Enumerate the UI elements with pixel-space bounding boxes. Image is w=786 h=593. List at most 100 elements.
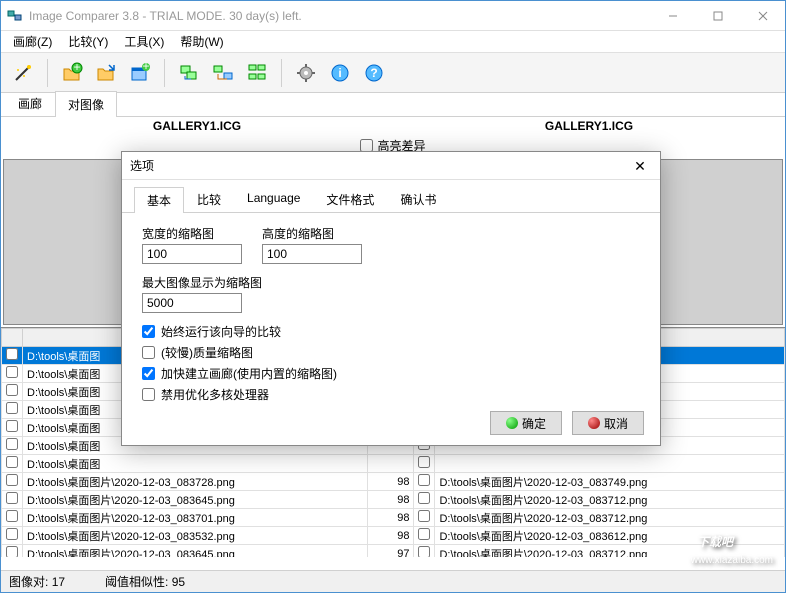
thumb-width-label: 宽度的缩略图	[142, 225, 242, 242]
menubar: 画廊(Z) 比较(Y) 工具(X) 帮助(W)	[1, 31, 785, 53]
status-threshold-value: 95	[172, 575, 185, 589]
row-checkbox-left[interactable]	[6, 456, 18, 468]
row-checkbox-left[interactable]	[6, 420, 18, 432]
row-checkbox-left[interactable]	[6, 348, 18, 360]
row-score: 97	[367, 545, 414, 558]
row-left-path: D:\tools\桌面图片\2020-12-03_083701.png	[23, 509, 368, 527]
row-right-path: D:\tools\桌面图片\2020-12-03_083612.png	[435, 527, 785, 545]
cancel-icon	[588, 417, 600, 429]
tab-gallery[interactable]: 画廊	[5, 90, 55, 116]
menu-compare[interactable]: 比较(Y)	[60, 31, 116, 52]
svg-text:i: i	[338, 66, 341, 80]
svg-text:+: +	[142, 62, 149, 73]
row-score	[367, 455, 414, 473]
ok-button[interactable]: 确定	[490, 411, 562, 435]
minimize-button[interactable]	[650, 1, 695, 30]
row-checkbox-left[interactable]	[6, 510, 18, 522]
dialog-titlebar[interactable]: 选项 ✕	[122, 152, 660, 180]
status-threshold-label: 阈值相似性:	[105, 575, 168, 589]
table-row[interactable]: D:\tools\桌面图片\2020-12-03_083728.png98D:\…	[2, 473, 785, 491]
row-checkbox-right[interactable]	[418, 546, 430, 557]
row-checkbox-left[interactable]	[6, 546, 18, 557]
gallery-header-left: GALLERY1.ICG	[1, 117, 393, 135]
open-gallery-button[interactable]	[92, 59, 120, 87]
table-row[interactable]: D:\tools\桌面图片\2020-12-03_083532.png98 D:\…	[2, 527, 785, 545]
row-checkbox-left[interactable]	[6, 438, 18, 450]
row-checkbox-left[interactable]	[6, 528, 18, 540]
check-always-run[interactable]	[142, 325, 155, 338]
help-button[interactable]: ?	[360, 59, 388, 87]
row-checkbox-right[interactable]	[418, 492, 430, 504]
titlebar: Image Comparer 3.8 - TRIAL MODE. 30 day(…	[1, 1, 785, 31]
menu-tools[interactable]: 工具(X)	[116, 31, 172, 52]
gallery-header-right: GALLERY1.ICG	[393, 117, 785, 135]
app-icon	[7, 8, 23, 24]
row-right-path: D:\tools\桌面图片\2020-12-03_083712.png	[435, 491, 785, 509]
row-score: 98	[367, 527, 414, 545]
menu-gallery[interactable]: 画廊(Z)	[5, 31, 60, 52]
row-right-path: D:\tools\桌面图片\2020-12-03_083712.png	[435, 509, 785, 527]
row-right-path: D:\tools\桌面图片\2020-12-03_083712.png	[435, 545, 785, 558]
dialog-tab-compare[interactable]: 比较	[184, 186, 234, 212]
info-button[interactable]: i	[326, 59, 354, 87]
dialog-tab-confirm[interactable]: 确认书	[387, 186, 449, 212]
window-title: Image Comparer 3.8 - TRIAL MODE. 30 day(…	[29, 9, 650, 23]
row-checkbox-left[interactable]	[6, 402, 18, 414]
settings-button[interactable]	[292, 59, 320, 87]
compare-within-button[interactable]	[175, 59, 203, 87]
gallery-header-row: GALLERY1.ICG GALLERY1.ICG	[1, 117, 785, 135]
row-checkbox-left[interactable]	[6, 366, 18, 378]
dialog-tab-fileformat[interactable]: 文件格式	[313, 186, 387, 212]
row-left-path: D:\tools\桌面图	[23, 455, 368, 473]
row-checkbox-left[interactable]	[6, 492, 18, 504]
table-row[interactable]: D:\tools\桌面图片\2020-12-03_083701.png98 D:\…	[2, 509, 785, 527]
row-checkbox-right[interactable]	[418, 528, 430, 540]
max-image-input[interactable]	[142, 293, 242, 313]
status-pairs-value: 17	[52, 575, 65, 589]
row-checkbox-left[interactable]	[6, 384, 18, 396]
max-image-label: 最大图像显示为缩略图	[142, 274, 262, 291]
statusbar: 图像对: 17 阈值相似性: 95	[1, 570, 785, 592]
dialog-tab-language[interactable]: Language	[234, 186, 313, 212]
dialog-tab-basic[interactable]: 基本	[134, 187, 184, 213]
dialog-close-button[interactable]: ✕	[628, 154, 652, 178]
cancel-button[interactable]: 取消	[572, 411, 644, 435]
table-row[interactable]: D:\tools\桌面图片\2020-12-03_083645.png98 D:\…	[2, 491, 785, 509]
new-gallery-button[interactable]: +	[58, 59, 86, 87]
row-checkbox-right[interactable]	[418, 456, 430, 468]
dialog-tabstrip: 基本 比较 Language 文件格式 确认书	[122, 180, 660, 213]
row-left-path: D:\tools\桌面图片\2020-12-03_083728.png	[23, 473, 368, 491]
add-folder-button[interactable]: +	[126, 59, 154, 87]
ok-icon	[506, 417, 518, 429]
options-dialog: 选项 ✕ 基本 比较 Language 文件格式 确认书 宽度的缩略图 高度的缩…	[121, 151, 661, 446]
row-score: 98	[367, 473, 414, 491]
compare-between-button[interactable]	[209, 59, 237, 87]
dialog-title: 选项	[130, 157, 628, 174]
svg-text:?: ?	[370, 66, 377, 80]
main-tabstrip: 画廊 对图像	[1, 93, 785, 117]
thumb-height-input[interactable]	[262, 244, 362, 264]
row-left-path: D:\tools\桌面图片\2020-12-03_083645.png	[23, 491, 368, 509]
check-slow-thumb[interactable]	[142, 346, 155, 359]
row-score: 98	[367, 491, 414, 509]
close-button[interactable]	[740, 1, 785, 30]
row-right-path	[435, 455, 785, 473]
row-checkbox-right[interactable]	[418, 474, 430, 486]
toolbar: + + i ?	[1, 53, 785, 93]
thumb-width-input[interactable]	[142, 244, 242, 264]
tab-image-pairs[interactable]: 对图像	[55, 91, 117, 117]
check-speedup[interactable]	[142, 367, 155, 380]
compare-all-button[interactable]	[243, 59, 271, 87]
row-checkbox-left[interactable]	[6, 474, 18, 486]
table-row[interactable]: D:\tools\桌面图	[2, 455, 785, 473]
row-left-path: D:\tools\桌面图片\2020-12-03_083645.png	[23, 545, 368, 558]
row-checkbox-right[interactable]	[418, 510, 430, 522]
thumb-height-label: 高度的缩略图	[262, 225, 362, 242]
row-left-path: D:\tools\桌面图片\2020-12-03_083532.png	[23, 527, 368, 545]
row-score: 98	[367, 509, 414, 527]
wizard-button[interactable]	[9, 59, 37, 87]
maximize-button[interactable]	[695, 1, 740, 30]
check-disable-multicore[interactable]	[142, 388, 155, 401]
table-row[interactable]: D:\tools\桌面图片\2020-12-03_083645.png97 D:\…	[2, 545, 785, 558]
menu-help[interactable]: 帮助(W)	[172, 31, 231, 52]
